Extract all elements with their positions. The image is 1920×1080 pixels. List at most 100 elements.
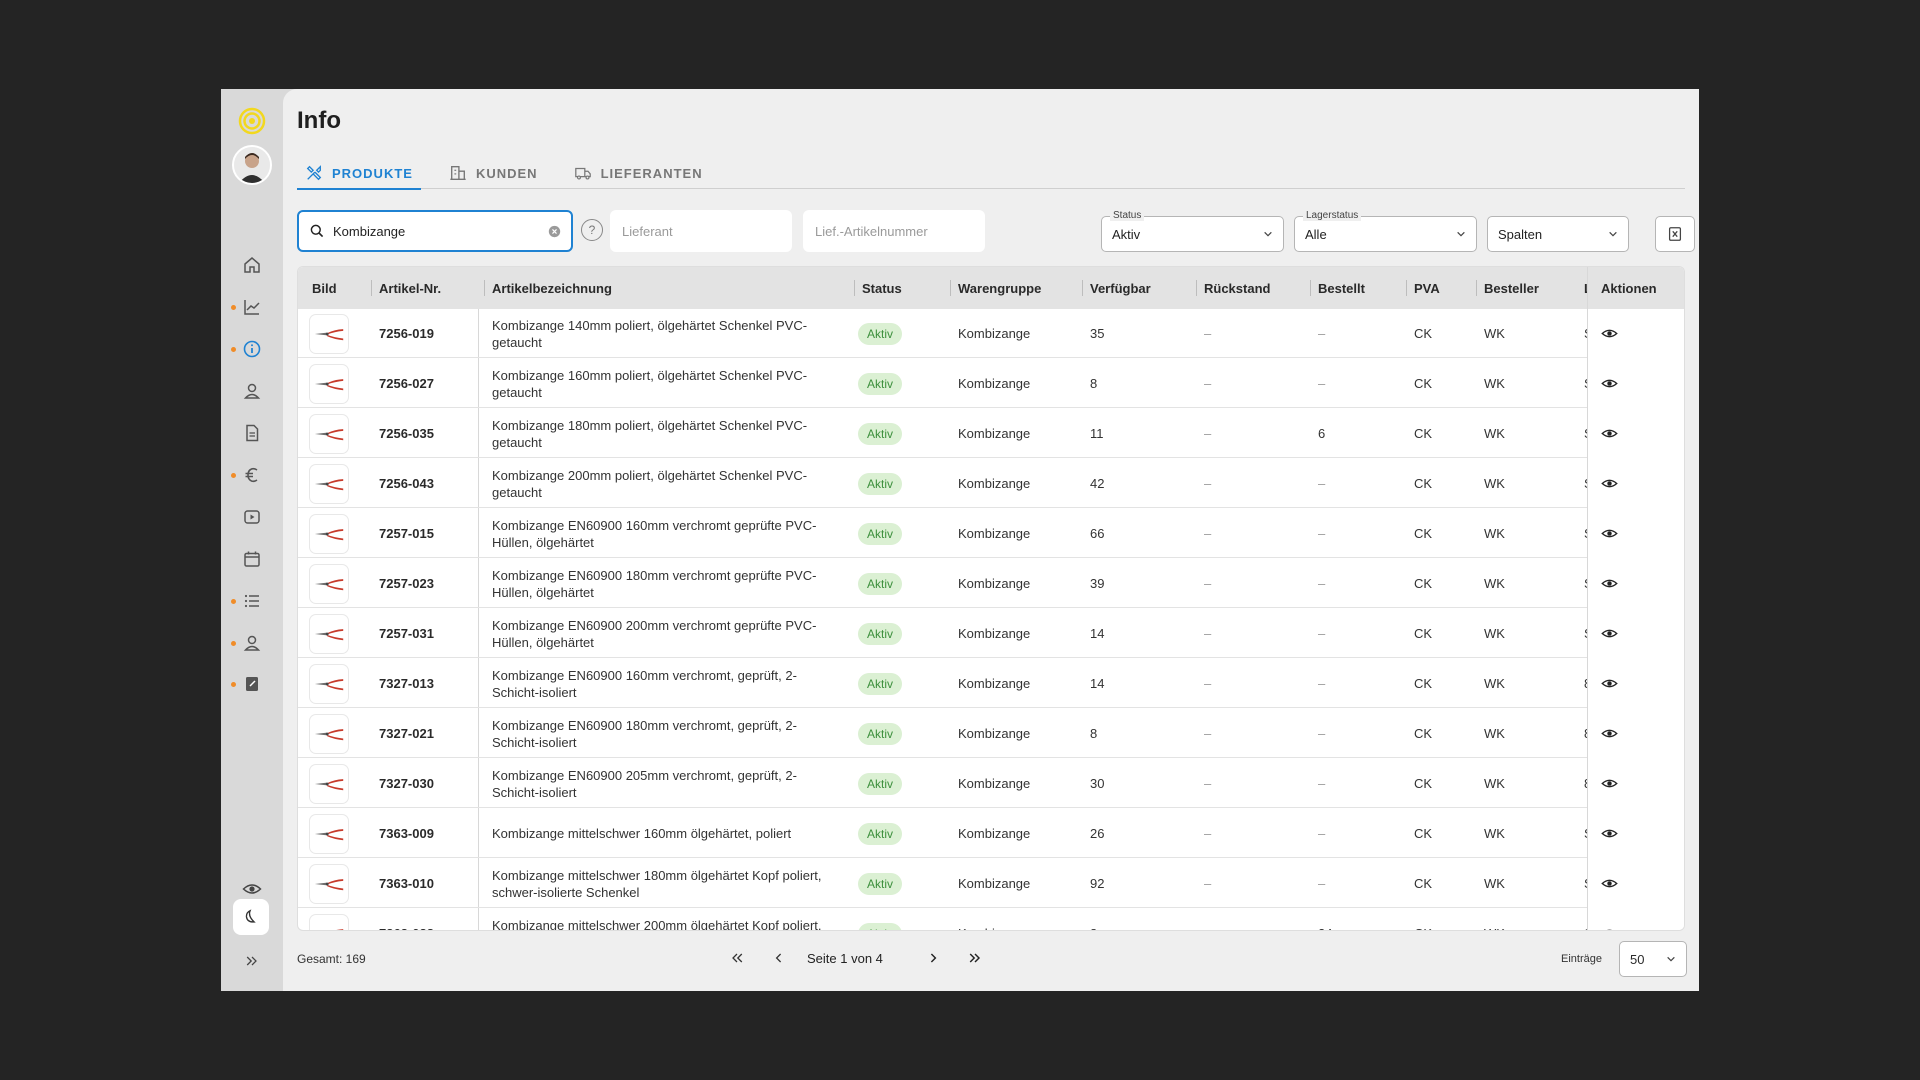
lieferant-field[interactable] — [610, 210, 792, 252]
table-row[interactable]: 7256-027 Kombizange 160mm poliert, ölgehä… — [298, 359, 1684, 408]
cell-besteller: WK — [1484, 909, 1505, 930]
product-thumbnail[interactable] — [310, 359, 348, 408]
product-thumbnail[interactable] — [310, 909, 348, 930]
table-row[interactable]: 7257-015 Kombizange EN60900 160mm verchro… — [298, 509, 1684, 558]
avatar[interactable] — [232, 145, 272, 185]
eye-icon[interactable] — [1601, 525, 1618, 542]
eye-icon[interactable] — [1601, 625, 1618, 642]
tab-produkte[interactable]: PRODUKTE — [297, 157, 421, 190]
nav-analytics[interactable] — [221, 292, 283, 322]
col-pva[interactable]: PVA — [1406, 267, 1440, 309]
nav-notes[interactable] — [221, 669, 283, 699]
table-row[interactable]: 7363-009 Kombizange mittelschwer 160mm öl… — [298, 809, 1684, 858]
col-rueckstand[interactable]: Rückstand — [1195, 267, 1270, 309]
table-row[interactable]: 7256-035 Kombizange 180mm poliert, ölgehä… — [298, 409, 1684, 458]
product-thumbnail[interactable] — [310, 809, 348, 858]
nav-contacts[interactable] — [221, 628, 283, 658]
last-page-button[interactable] — [963, 940, 987, 976]
product-thumbnail[interactable] — [310, 459, 348, 508]
col-bestellt[interactable]: Bestellt — [1310, 267, 1365, 309]
spalten-select[interactable]: Spalten — [1487, 216, 1629, 252]
product-thumbnail[interactable] — [310, 859, 348, 908]
nav-users[interactable] — [221, 376, 283, 406]
col-artikel[interactable]: Artikel-Nr. — [370, 267, 441, 309]
table-row[interactable]: 7363-010 Kombizange mittelschwer 180mm öl… — [298, 859, 1684, 908]
nav-finance[interactable] — [221, 460, 283, 490]
product-thumbnail[interactable] — [310, 409, 348, 458]
eye-icon[interactable] — [1601, 375, 1618, 392]
search-icon — [310, 224, 324, 238]
nav-calendar[interactable] — [221, 544, 283, 574]
dark-mode-toggle[interactable] — [233, 899, 269, 935]
product-thumbnail[interactable] — [310, 609, 348, 658]
view-action[interactable] — [1588, 309, 1684, 358]
view-action[interactable] — [1588, 859, 1684, 908]
search-box[interactable] — [297, 210, 573, 252]
nav-home[interactable] — [221, 250, 283, 280]
view-action[interactable] — [1588, 809, 1684, 858]
table-row[interactable]: 7257-031 Kombizange EN60900 200mm verchro… — [298, 609, 1684, 658]
view-action[interactable] — [1588, 559, 1684, 608]
nav-list[interactable] — [221, 586, 283, 616]
table-row[interactable]: 7256-043 Kombizange 200mm poliert, ölgehä… — [298, 459, 1684, 508]
view-action[interactable] — [1588, 709, 1684, 758]
view-action[interactable] — [1588, 909, 1684, 931]
product-thumbnail[interactable] — [310, 709, 348, 758]
cell-pva: CK — [1414, 426, 1433, 441]
product-thumbnail[interactable] — [310, 759, 348, 808]
nav-info[interactable] — [221, 334, 283, 364]
col-verfuegbar[interactable]: Verfügbar — [1082, 267, 1151, 309]
table-row[interactable]: 7363-028 Kombizange mittelschwer 200mm öl… — [298, 909, 1684, 930]
lagerstatus-select[interactable]: Lagerstatus Alle — [1294, 210, 1477, 252]
view-action[interactable] — [1588, 359, 1684, 408]
col-warengruppe[interactable]: Warengruppe — [949, 267, 1041, 309]
view-action[interactable] — [1588, 759, 1684, 808]
nav-documents[interactable] — [221, 418, 283, 448]
eye-icon[interactable] — [1601, 475, 1618, 492]
clear-icon[interactable] — [548, 225, 561, 238]
help-button[interactable]: ? — [581, 219, 603, 241]
search-input[interactable] — [333, 223, 540, 239]
product-thumbnail[interactable] — [310, 309, 348, 358]
table-row[interactable]: 7327-013 Kombizange EN60900 160mm verchro… — [298, 659, 1684, 708]
nav-media[interactable] — [221, 502, 283, 532]
view-action[interactable] — [1588, 609, 1684, 658]
lieferant-input[interactable] — [622, 223, 780, 239]
product-thumbnail[interactable] — [310, 659, 348, 708]
eye-icon[interactable] — [1601, 325, 1618, 342]
table-row[interactable]: 7327-021 Kombizange EN60900 180mm verchro… — [298, 709, 1684, 758]
eye-icon[interactable] — [1601, 925, 1618, 931]
view-action[interactable] — [1588, 659, 1684, 708]
artikelnummer-field[interactable] — [803, 210, 985, 252]
eye-icon[interactable] — [1601, 675, 1618, 692]
eye-icon[interactable] — [1601, 575, 1618, 592]
entries-select[interactable]: 50 — [1619, 941, 1687, 977]
excel-export-button[interactable] — [1655, 216, 1695, 252]
product-thumbnail[interactable] — [310, 509, 348, 558]
eye-icon[interactable] — [1601, 775, 1618, 792]
eye-icon[interactable] — [1601, 875, 1618, 892]
status-select[interactable]: Status Aktiv — [1101, 210, 1284, 252]
view-action[interactable] — [1588, 459, 1684, 508]
first-page-button[interactable] — [725, 940, 749, 976]
col-bezeichnung[interactable]: Artikelbezeichnung — [484, 267, 612, 309]
eye-icon[interactable] — [1601, 425, 1618, 442]
next-page-button[interactable] — [921, 940, 945, 976]
calendar-icon — [244, 551, 260, 567]
view-action[interactable] — [1588, 509, 1684, 558]
product-thumbnail[interactable] — [310, 559, 348, 608]
table-row[interactable]: 7327-030 Kombizange EN60900 205mm verchro… — [298, 759, 1684, 808]
sidebar-expand-button[interactable] — [221, 943, 283, 979]
tab-lieferanten[interactable]: LIEFERANTEN — [566, 157, 711, 189]
table-row[interactable]: 7257-023 Kombizange EN60900 180mm verchro… — [298, 559, 1684, 608]
view-action[interactable] — [1588, 409, 1684, 458]
eye-icon[interactable] — [1601, 725, 1618, 742]
artikelnummer-input[interactable] — [815, 223, 973, 239]
col-status[interactable]: Status — [854, 267, 902, 309]
prev-page-button[interactable] — [767, 940, 791, 976]
table-row[interactable]: 7256-019 Kombizange 140mm poliert, ölgehä… — [298, 309, 1684, 358]
col-besteller[interactable]: Besteller — [1476, 267, 1539, 309]
col-bild[interactable]: Bild — [312, 267, 337, 309]
eye-icon[interactable] — [1601, 825, 1618, 842]
tab-kunden[interactable]: KUNDEN — [441, 157, 546, 189]
